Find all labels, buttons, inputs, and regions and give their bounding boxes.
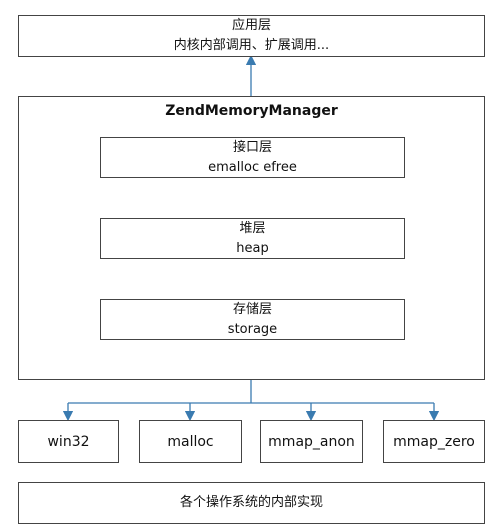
backend-malloc-box: malloc [139, 420, 242, 463]
app-layer-title: 应用层 [231, 18, 271, 33]
storage-layer-box: 存储层 storage [100, 299, 405, 340]
backend-label: win32 [47, 433, 90, 450]
backend-label: mmap_zero [393, 433, 475, 450]
layer-title: 堆层 [239, 220, 266, 236]
backend-label: mmap_anon [268, 433, 355, 450]
backend-mmap-anon-box: mmap_anon [260, 420, 363, 463]
memory-manager-title: ZendMemoryManager [165, 103, 338, 119]
app-layer-subtitle: 内核内部调用、扩展调用... [173, 38, 330, 53]
heap-layer-box: 堆层 heap [100, 218, 405, 259]
layer-title: 存储层 [232, 301, 272, 317]
backend-label: malloc [167, 433, 214, 450]
layer-title: 接口层 [232, 139, 272, 155]
layer-subtitle: storage [227, 321, 278, 337]
layer-subtitle: emalloc efree [208, 159, 297, 175]
app-layer-box: 应用层 内核内部调用、扩展调用... [18, 15, 485, 57]
os-layer-box: 各个操作系统的内部实现 [18, 482, 485, 524]
os-layer-title: 各个操作系统的内部实现 [179, 495, 323, 510]
layer-subtitle: heap [236, 240, 269, 256]
backend-win32-box: win32 [18, 420, 119, 463]
interface-layer-box: 接口层 emalloc efree [100, 137, 405, 178]
backend-mmap-zero-box: mmap_zero [383, 420, 485, 463]
